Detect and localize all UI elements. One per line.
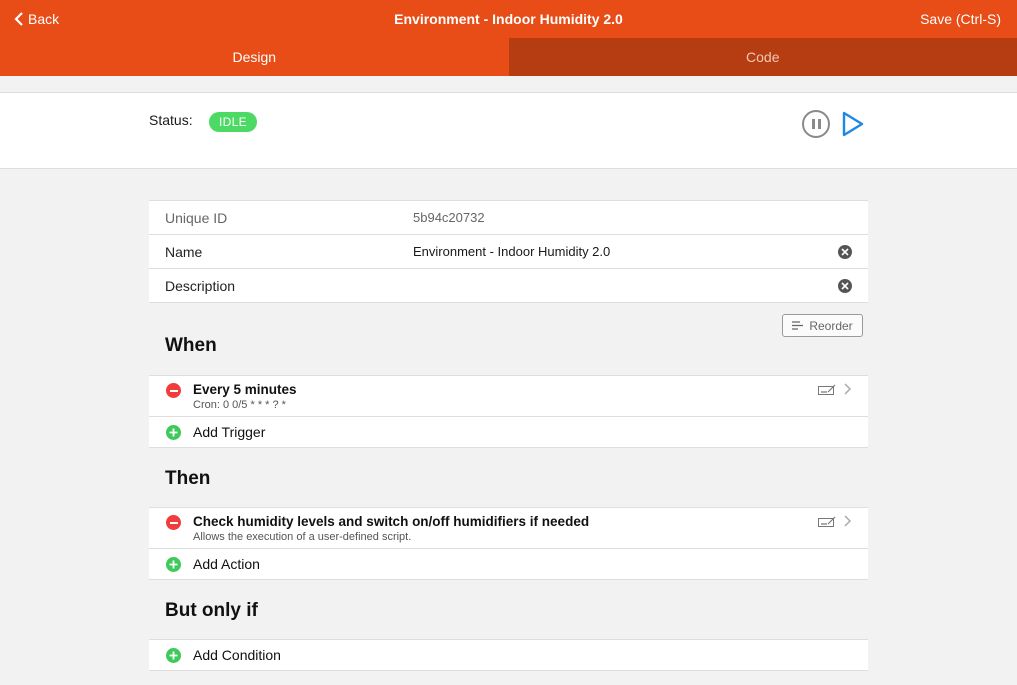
tab-design[interactable]: Design [0,38,509,76]
pause-icon [811,119,815,129]
rule-details-form: Unique ID 5b94c20732 Name Environment - … [149,200,868,303]
description-label: Description [165,277,236,294]
trigger-item[interactable]: Every 5 minutes Cron: 0 0/5 * * * ? * [149,376,868,417]
trigger-title: Every 5 minutes [193,382,297,397]
add-action-row[interactable]: Add Action [149,549,868,580]
reorder-icon [792,321,804,330]
tab-code[interactable]: Code [508,38,1017,76]
unique-id-label: Unique ID [165,209,228,226]
plus-icon [169,560,178,569]
add-trigger-row[interactable]: Add Trigger [149,417,868,448]
add-condition-row[interactable]: Add Condition [149,640,868,671]
status-label: Status: [149,112,193,128]
trigger-subtitle: Cron: 0 0/5 * * * ? * [193,399,286,411]
but-only-if-heading: But only if [165,600,258,621]
action-subtitle: Allows the execution of a user-defined s… [193,531,412,543]
add-action-label: Add Action [193,556,260,572]
plus-icon [169,428,178,437]
remove-trigger-button[interactable] [166,383,181,398]
unique-id-value: 5b94c20732 [413,210,485,225]
chevron-right-icon[interactable] [844,515,852,527]
unique-id-row: Unique ID 5b94c20732 [149,201,868,235]
action-title: Check humidity levels and switch on/off … [193,514,590,529]
minus-icon [169,389,178,392]
plus-icon [169,651,178,660]
status-badge: IDLE [209,112,257,132]
description-row[interactable]: Description [149,269,868,303]
reorder-label: Reorder [809,318,853,333]
remove-action-button[interactable] [166,515,181,530]
name-label: Name [165,243,203,260]
add-action-icon[interactable] [166,557,181,572]
add-condition-icon[interactable] [166,648,181,663]
reorder-button[interactable]: Reorder [782,314,863,337]
save-button[interactable]: Save (Ctrl-S) [920,11,1001,27]
minus-icon [169,521,178,524]
clear-description-button[interactable] [838,278,852,293]
play-icon[interactable] [840,111,866,137]
action-item[interactable]: Check humidity levels and switch on/off … [149,508,868,549]
clear-name-button[interactable] [838,244,852,259]
edit-icon[interactable] [818,516,836,528]
close-icon [841,247,849,256]
conditions-list: Add Condition [149,639,868,671]
add-condition-label: Add Condition [193,647,281,663]
edit-icon[interactable] [818,384,836,396]
name-field[interactable]: Environment - Indoor Humidity 2.0 [413,244,610,259]
page-title: Environment - Indoor Humidity 2.0 [394,11,623,27]
top-bar: Back Environment - Indoor Humidity 2.0 S… [0,0,1017,38]
add-trigger-icon[interactable] [166,425,181,440]
then-list: Check humidity levels and switch on/off … [149,507,868,580]
chevron-right-icon[interactable] [844,383,852,395]
then-heading: Then [165,468,211,489]
pause-button[interactable] [802,110,830,138]
name-row[interactable]: Name Environment - Indoor Humidity 2.0 [149,235,868,269]
add-trigger-label: Add Trigger [193,424,266,440]
when-list: Every 5 minutes Cron: 0 0/5 * * * ? * Ad… [149,375,868,448]
when-heading: When [165,335,217,356]
close-icon [841,281,849,290]
tab-bar: Design Code [0,38,1017,76]
